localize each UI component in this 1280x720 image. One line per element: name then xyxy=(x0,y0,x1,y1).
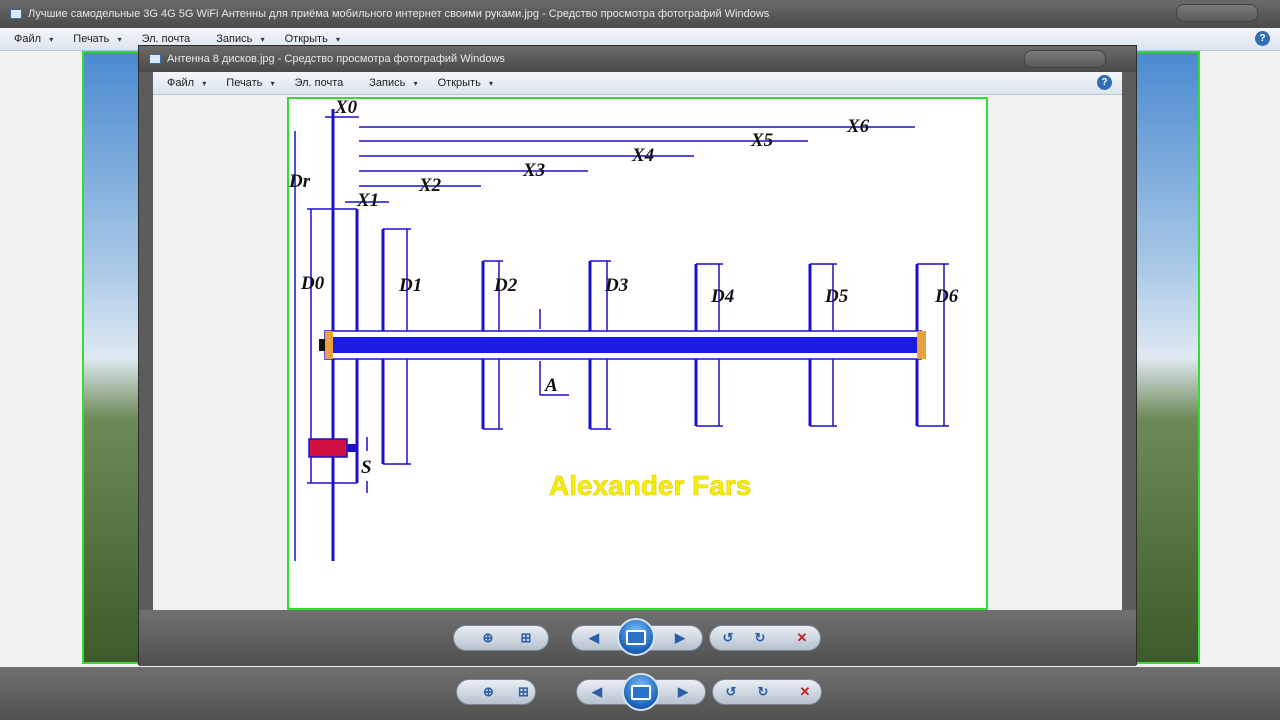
label-d0: D0 xyxy=(300,273,325,294)
back-edit-group: ↺ ↻ ✕ xyxy=(712,679,822,705)
front-zoom-group: ⊕ ⊞ xyxy=(453,625,549,651)
menu-print[interactable]: Печать xyxy=(226,77,274,89)
menu-file[interactable]: Файл xyxy=(167,77,206,89)
watermark-text: Alexander Fars xyxy=(549,470,751,501)
label-d2: D2 xyxy=(493,275,518,296)
label-d6: D6 xyxy=(934,286,959,307)
back-zoom-group: ⊕ ⊞ xyxy=(456,679,536,705)
label-d4: D4 xyxy=(710,286,734,307)
front-toolbar: ⊕ ⊞ ◀ ▶ ↺ ↻ ✕ xyxy=(139,610,1136,666)
back-toolbar: ⊕ ⊞ ◀ ▶ ↺ ↻ ✕ xyxy=(0,667,1280,720)
antenna-drawing: X0 X1 X2 X3 X4 X5 X6 Dr D0 D1 D2 D3 D4 D… xyxy=(288,97,959,561)
label-x3: X3 xyxy=(522,160,545,181)
connector xyxy=(308,438,348,458)
front-edit-group: ↺ ↻ ✕ xyxy=(709,625,821,651)
viewer-app-icon xyxy=(149,54,161,64)
fit-icon[interactable]: ⊞ xyxy=(512,682,535,702)
label-s: S xyxy=(361,457,372,478)
label-x5: X5 xyxy=(750,130,774,151)
next-icon[interactable]: ▶ xyxy=(668,628,692,648)
front-content-area: X0 X1 X2 X3 X4 X5 X6 Dr D0 D1 D2 D3 D4 D… xyxy=(153,95,1122,610)
back-window-titlebar[interactable]: Лучшие самодельные 3G 4G 5G WiFi Антенны… xyxy=(0,0,1280,28)
rotate-left-icon[interactable]: ↺ xyxy=(719,682,743,702)
front-viewer-window: Антенна 8 дисков.jpg - Средство просмотр… xyxy=(138,45,1137,666)
window-controls[interactable] xyxy=(1176,4,1258,22)
back-window-title: Лучшие самодельные 3G 4G 5G WiFi Антенны… xyxy=(28,8,770,20)
label-x4: X4 xyxy=(631,145,654,166)
front-menubar: Файл Печать Эл. почта Запись Открыть ? xyxy=(153,72,1122,95)
menu-email[interactable]: Эл. почта xyxy=(295,77,350,89)
rotate-right-icon[interactable]: ↻ xyxy=(748,628,772,648)
label-d3: D3 xyxy=(604,275,628,296)
boom xyxy=(325,337,921,353)
menu-open[interactable]: Открыть xyxy=(285,33,340,45)
zoom-icon[interactable]: ⊕ xyxy=(476,628,500,648)
label-x2: X2 xyxy=(418,175,442,196)
label-x6: X6 xyxy=(846,116,870,137)
delete-icon[interactable]: ✕ xyxy=(793,682,817,702)
menu-email[interactable]: Эл. почта xyxy=(142,33,197,45)
zoom-icon[interactable]: ⊕ xyxy=(477,682,500,702)
front-window-title: Антенна 8 дисков.jpg - Средство просмотр… xyxy=(167,53,505,65)
antenna-diagram: X0 X1 X2 X3 X4 X5 X6 Dr D0 D1 D2 D3 D4 D… xyxy=(287,97,988,610)
prev-icon[interactable]: ◀ xyxy=(582,628,606,648)
fit-icon[interactable]: ⊞ xyxy=(514,628,538,648)
slideshow-icon[interactable] xyxy=(617,618,655,656)
window-controls[interactable] xyxy=(1024,50,1106,68)
prev-icon[interactable]: ◀ xyxy=(585,682,609,702)
front-window-titlebar[interactable]: Антенна 8 дисков.jpg - Средство просмотр… xyxy=(139,46,1136,72)
label-x1: X1 xyxy=(356,190,379,211)
rotate-left-icon[interactable]: ↺ xyxy=(716,628,740,648)
label-x0: X0 xyxy=(334,99,358,118)
slideshow-icon[interactable] xyxy=(622,673,660,711)
label-d5: D5 xyxy=(824,286,849,307)
help-icon[interactable]: ? xyxy=(1097,75,1112,90)
menu-burn[interactable]: Запись xyxy=(369,77,417,89)
menu-file[interactable]: Файл xyxy=(14,33,53,45)
rotate-right-icon[interactable]: ↻ xyxy=(751,682,775,702)
boom-plug xyxy=(319,339,325,351)
menu-open[interactable]: Открыть xyxy=(438,77,493,89)
label-a: A xyxy=(544,375,558,396)
connector-pin xyxy=(347,444,357,452)
next-icon[interactable]: ▶ xyxy=(671,682,695,702)
menu-burn[interactable]: Запись xyxy=(216,33,264,45)
boom-end-right xyxy=(917,331,926,359)
help-icon[interactable]: ? xyxy=(1255,31,1270,46)
label-dr: Dr xyxy=(289,171,311,192)
menu-print[interactable]: Печать xyxy=(73,33,121,45)
viewer-app-icon xyxy=(10,9,22,19)
delete-icon[interactable]: ✕ xyxy=(790,628,814,648)
boom-end-left xyxy=(325,331,333,359)
label-d1: D1 xyxy=(398,275,422,296)
